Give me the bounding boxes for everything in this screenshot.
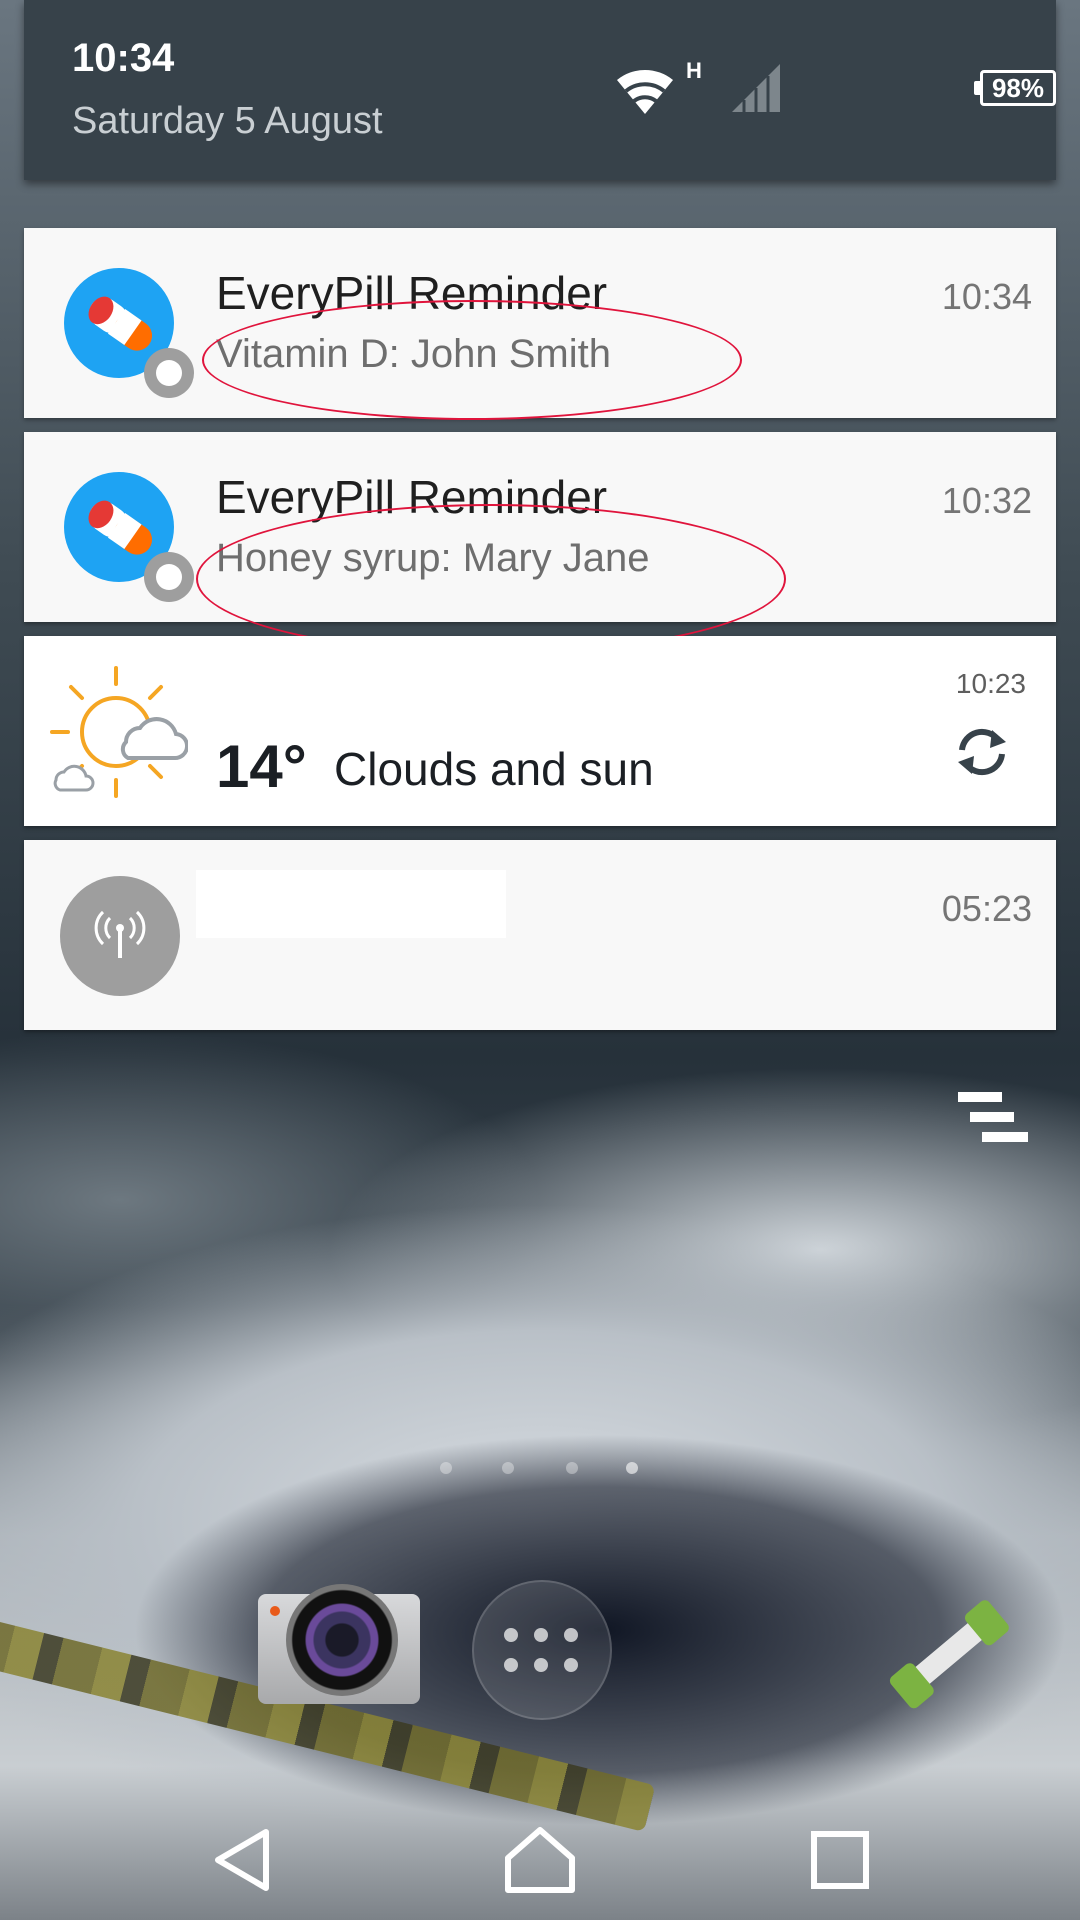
- broadcast-antenna-icon: [60, 876, 180, 996]
- broadcast-notification[interactable]: 05:23: [24, 840, 1056, 1030]
- notification-badge-icon: [144, 348, 194, 398]
- camera-app-icon[interactable]: [258, 1584, 420, 1704]
- weather-notification[interactable]: 14° Clouds and sun 10:23: [24, 636, 1056, 826]
- annotation-highlight: [202, 300, 742, 420]
- home-icon[interactable]: [500, 1820, 580, 1900]
- notification-everypill-2[interactable]: EveryPill Reminder Honey syrup: Mary Jan…: [24, 432, 1056, 654]
- status-time: 10:34: [72, 36, 175, 80]
- status-date: Saturday 5 August: [72, 100, 383, 142]
- camera-lens: [286, 1584, 398, 1696]
- network-type-label: H: [686, 58, 702, 83]
- notification-time: 10:32: [941, 480, 1032, 521]
- cellular-signal-icon: [732, 64, 780, 112]
- sun-cloud-icon: [50, 666, 188, 798]
- back-icon[interactable]: [202, 1820, 282, 1900]
- camera-indicator: [270, 1606, 280, 1616]
- notification-title: [196, 870, 506, 938]
- wifi-icon: [617, 69, 673, 114]
- status-icons: H 98%: [612, 56, 1056, 116]
- weather-condition: Clouds and sun: [334, 743, 654, 795]
- app-drawer-icon[interactable]: [472, 1580, 612, 1720]
- weather-time: 10:23: [955, 668, 1026, 699]
- notification-time: 10:34: [941, 276, 1032, 317]
- home-page-indicator: [430, 1456, 650, 1480]
- phone-app-icon[interactable]: [870, 1590, 1030, 1720]
- navigation-bar: [0, 1800, 1080, 1920]
- refresh-icon[interactable]: [952, 722, 1012, 782]
- annotation-highlight: [196, 504, 786, 654]
- notification-time: 05:23: [941, 888, 1032, 929]
- battery-icon: 98%: [974, 70, 1056, 106]
- notification-badge-icon: [144, 552, 194, 602]
- clear-all-icon[interactable]: [956, 1090, 1032, 1146]
- quick-settings-header[interactable]: 10:34 Saturday 5 August H 98%: [24, 0, 1056, 180]
- weather-temperature: 14°: [216, 733, 307, 800]
- notification-everypill-1[interactable]: EveryPill Reminder Vitamin D: John Smith…: [24, 228, 1056, 420]
- recents-icon[interactable]: [800, 1820, 880, 1900]
